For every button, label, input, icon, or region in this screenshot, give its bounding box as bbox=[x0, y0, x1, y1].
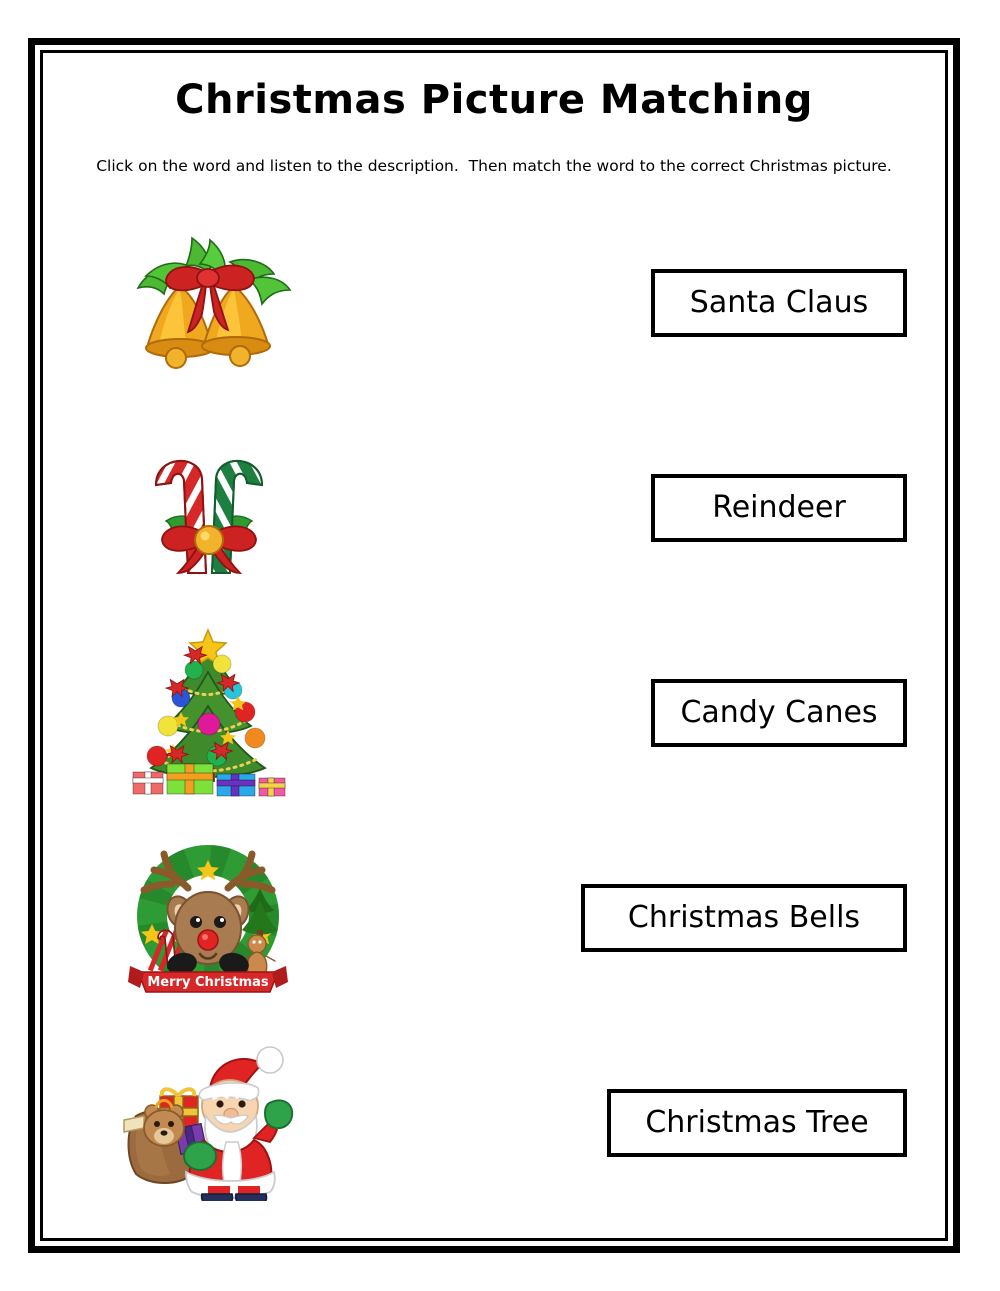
picture-christmas-tree[interactable] bbox=[83, 613, 333, 813]
word-box-christmas-bells[interactable]: Christmas Bells bbox=[581, 884, 907, 952]
picture-reindeer-wreath[interactable]: Merry Christmas bbox=[83, 818, 333, 1018]
picture-candy-canes[interactable] bbox=[83, 408, 333, 608]
instructions-text: Click on the word and listen to the desc… bbox=[96, 157, 892, 175]
matching-row: Santa Claus bbox=[43, 203, 945, 408]
word-label: Candy Canes bbox=[680, 695, 878, 730]
word-label: Christmas Tree bbox=[645, 1105, 869, 1140]
reindeer-wreath-icon: Merry Christmas bbox=[127, 844, 288, 993]
word-cell: Reindeer bbox=[651, 408, 907, 608]
page-border-outer: Christmas Picture Matching Click on the … bbox=[28, 38, 960, 1253]
word-box-candy-canes[interactable]: Candy Canes bbox=[651, 679, 907, 747]
page-title: Christmas Picture Matching bbox=[175, 77, 813, 123]
santa-claus-icon bbox=[123, 1045, 294, 1201]
matching-row: Merry Christmas Christmas Bells bbox=[43, 818, 945, 1023]
merry-christmas-banner-text: Merry Christmas bbox=[147, 975, 269, 990]
matching-area: Santa Claus Reindeer Candy Canes Merry C… bbox=[43, 203, 945, 1243]
picture-santa-claus[interactable] bbox=[83, 1023, 333, 1223]
worksheet-page: Christmas Picture Matching Click on the … bbox=[0, 0, 1000, 1291]
word-label: Christmas Bells bbox=[627, 900, 861, 935]
word-cell: Candy Canes bbox=[651, 613, 907, 813]
christmas-tree-icon bbox=[132, 627, 285, 796]
word-cell: Santa Claus bbox=[651, 203, 907, 403]
word-cell: Christmas Tree bbox=[607, 1023, 907, 1223]
word-box-christmas-tree[interactable]: Christmas Tree bbox=[607, 1089, 907, 1157]
page-border-inner: Christmas Picture Matching Click on the … bbox=[40, 50, 948, 1241]
christmas-bells-icon bbox=[136, 236, 292, 369]
word-label: Reindeer bbox=[712, 490, 846, 525]
word-label: Santa Claus bbox=[689, 285, 869, 320]
matching-row: Reindeer bbox=[43, 408, 945, 613]
picture-christmas-bells[interactable] bbox=[83, 203, 333, 403]
word-cell: Christmas Bells bbox=[581, 818, 907, 1018]
matching-row: Candy Canes bbox=[43, 613, 945, 818]
candy-canes-icon bbox=[154, 459, 263, 574]
matching-row: Christmas Tree bbox=[43, 1023, 945, 1228]
word-box-santa-claus[interactable]: Santa Claus bbox=[651, 269, 907, 337]
word-box-reindeer[interactable]: Reindeer bbox=[651, 474, 907, 542]
